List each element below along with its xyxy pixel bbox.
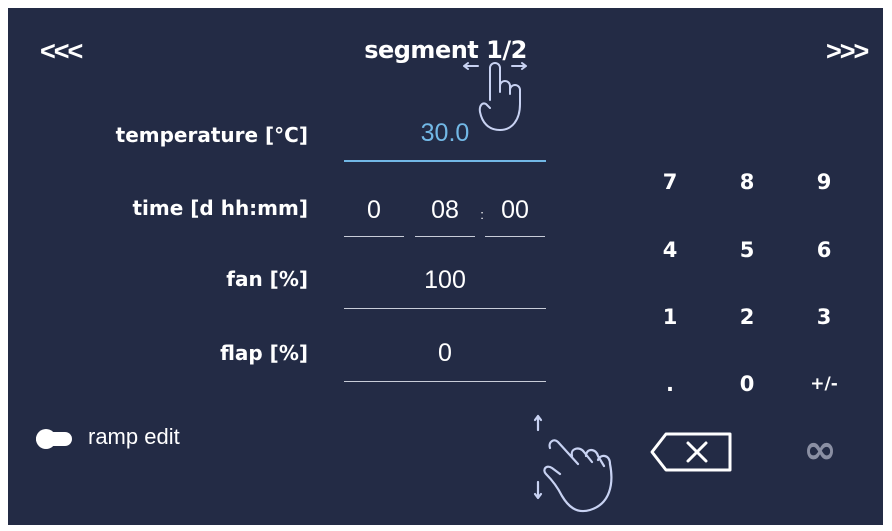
time-hours-input[interactable]: 08 <box>415 196 475 225</box>
keypad-key-6[interactable]: 6 <box>794 238 854 262</box>
segment-title: segment 1/2 <box>364 36 527 64</box>
fan-label: fan [%] <box>226 267 308 291</box>
keypad-key-5[interactable]: 5 <box>717 238 777 262</box>
fan-underline <box>344 308 546 309</box>
temperature-label: temperature [°C] <box>115 123 308 147</box>
swipe-vertical-hand-icon <box>533 414 613 513</box>
time-days-input[interactable]: 0 <box>344 196 404 225</box>
flap-label: flap [%] <box>220 341 308 365</box>
backspace-icon[interactable] <box>648 430 734 474</box>
keypad-key-1[interactable]: 1 <box>640 305 700 329</box>
keypad-key-0[interactable]: 0 <box>717 372 777 396</box>
keypad-key-4[interactable]: 4 <box>640 238 700 262</box>
keypad-key-3[interactable]: 3 <box>794 305 854 329</box>
keypad-key-8[interactable]: 8 <box>717 170 777 194</box>
infinity-button[interactable]: ∞ <box>785 428 855 472</box>
time-hours-underline <box>415 236 475 237</box>
keypad-key-9[interactable]: 9 <box>794 170 854 194</box>
keypad-key-plus-minus[interactable]: +/- <box>794 374 854 394</box>
temperature-underline-active <box>344 160 546 162</box>
keypad-key-2[interactable]: 2 <box>717 305 777 329</box>
temperature-input[interactable]: 30.0 <box>344 119 546 148</box>
time-days-underline <box>344 236 404 237</box>
ramp-edit-toggle-knob[interactable] <box>36 429 56 449</box>
time-minutes-input[interactable]: 00 <box>485 196 545 225</box>
next-segment-button[interactable]: >>> <box>826 36 869 67</box>
time-label: time [d hh:mm] <box>132 196 309 220</box>
time-minutes-underline <box>485 236 545 237</box>
ramp-edit-label: ramp edit <box>88 424 180 449</box>
keypad-key-7[interactable]: 7 <box>640 170 700 194</box>
keypad-key-decimal[interactable]: . <box>640 372 700 396</box>
segment-editor-panel: <<< segment 1/2 >>> temperature [°C] tim… <box>8 8 883 525</box>
flap-input[interactable]: 0 <box>344 339 546 368</box>
fan-input[interactable]: 100 <box>344 266 546 295</box>
flap-underline <box>344 381 546 382</box>
